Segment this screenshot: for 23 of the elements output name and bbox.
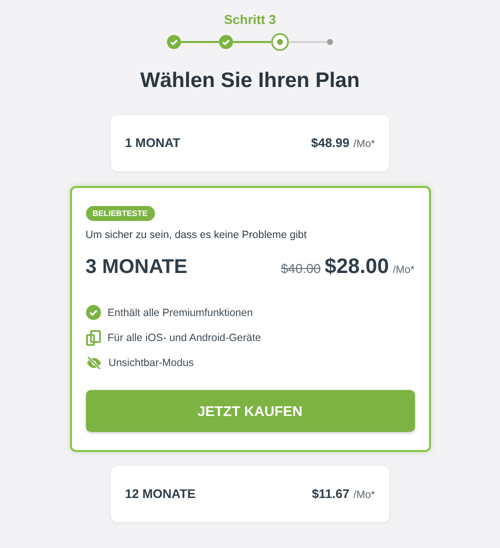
feature-text: Enthält alle Premiumfunktionen — [108, 306, 253, 318]
plan-subtitle: Um sicher zu sein, dass es keine Probleme gibt — [86, 229, 307, 241]
page-title: Wählen Sie Ihren Plan — [140, 69, 360, 93]
devices-icon — [86, 330, 100, 346]
selected-plan-card[interactable]: BELIEBTESTE Um sicher zu sein, dass es keine Probleme gibt 3 MONATE $40.00 $28.00 /Mo* Enthält alle Premiumfunktionen Für alle iOS- und Android-Geräte Unsichtbar-Modus JETZT KAUFEN — [70, 186, 430, 452]
plan-price: $11.67 — [312, 487, 350, 501]
old-price: $40.00 — [280, 261, 321, 276]
popular-badge: BELIEBTESTE — [86, 206, 155, 221]
plan-name: 3 MONATE — [86, 256, 188, 279]
plan-price: $48.99 — [311, 136, 350, 150]
price-unit: /Mo* — [392, 264, 414, 276]
plan-name: 12 MONATE — [125, 487, 196, 501]
price-unit: /Mo* — [353, 489, 375, 501]
plan-card[interactable]: 12 MONATE $11.67 /Mo* — [111, 466, 389, 522]
plan-price: $28.00 — [324, 255, 389, 279]
step-label: Schritt 3 — [224, 12, 276, 27]
price-unit: /Mo* — [353, 138, 375, 150]
feature-text: Unsichtbar-Modus — [108, 357, 194, 369]
feature-text: Für alle iOS- und Android-Geräte — [108, 332, 261, 344]
eye-off-icon — [86, 356, 102, 370]
plan-name: 1 MONAT — [125, 136, 180, 150]
plan-card[interactable]: 1 MONAT $48.99 /Mo* — [111, 115, 389, 171]
check-icon — [86, 305, 100, 320]
